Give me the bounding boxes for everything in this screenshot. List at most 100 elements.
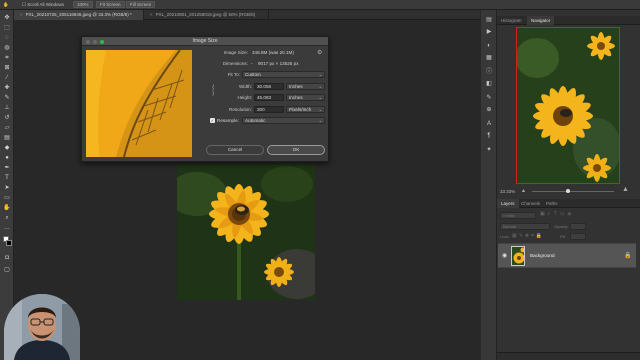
background-color-swatch[interactable] (6, 240, 12, 246)
healing-brush-tool-icon[interactable]: ✚ (3, 84, 11, 92)
fit-screen-button[interactable]: Fit Screen (96, 1, 125, 8)
zoom-tool-icon[interactable]: ⌕ (3, 214, 11, 222)
lasso-tool-icon[interactable]: ◌ (3, 34, 11, 42)
tab-layers[interactable]: Layers (497, 199, 519, 208)
close-tab-icon[interactable]: × (20, 12, 23, 17)
height-unit-select[interactable]: Inches ⌄ (286, 94, 325, 101)
height-input[interactable]: 45.083 (254, 94, 284, 101)
fill-label: Fill: (560, 234, 567, 239)
resample-checkbox[interactable]: ✓ (210, 118, 215, 123)
fit-to-select[interactable]: Custom ⌄ (242, 71, 325, 78)
width-unit-value: Inches (289, 84, 303, 89)
document-image[interactable] (177, 164, 315, 300)
opacity-label: Opacity: (554, 224, 569, 229)
shape-tool-icon[interactable]: ▭ (3, 194, 11, 202)
constrain-proportions-link-icon[interactable]: ⟨ ⟩ (212, 85, 214, 97)
zoom-100-button[interactable]: 100% (73, 1, 93, 8)
glyphs-icon[interactable]: ✦ (485, 146, 493, 154)
resample-value: Automatic (245, 118, 266, 123)
close-tab-icon[interactable]: × (150, 12, 153, 17)
lock-icon[interactable]: 🔒 (624, 252, 631, 259)
clone-source-icon[interactable]: ⊕ (485, 106, 493, 114)
tab-navigator[interactable]: Navigator (527, 16, 555, 25)
resolution-label: Resolution: (229, 107, 252, 112)
color-icon[interactable]: ◐ (485, 42, 493, 50)
gradient-tool-icon[interactable]: ▤ (3, 134, 11, 142)
tab-document-2[interactable]: × PXL_20210801_201258019.jpeg @ 50% (RGB/… (144, 10, 269, 20)
fit-to-label: Fit To: (227, 72, 240, 77)
brush-tool-icon[interactable]: ✎ (3, 94, 11, 102)
tab-paths[interactable]: Paths (542, 199, 562, 208)
cancel-button[interactable]: Cancel (206, 145, 264, 155)
chevron-down-icon: ⌄ (318, 72, 322, 77)
chevron-down-icon: ⌄ (318, 107, 322, 112)
dialog-title: Image Size (82, 37, 328, 46)
blend-mode-select[interactable]: Normal (500, 223, 550, 230)
chevron-down-icon: ⌄ (318, 84, 322, 89)
navigator-zoom-value[interactable]: 33.33% (500, 189, 515, 194)
width-input[interactable]: 30.056 (254, 83, 284, 90)
tab-document-1[interactable]: × PXL_20210725_205116846.jpeg @ 33.3% (RG… (14, 10, 144, 20)
history-brush-tool-icon[interactable]: ↺ (3, 114, 11, 122)
scroll-all-windows-checkbox[interactable]: ☐ Scroll All Windows (22, 1, 64, 8)
petal-closeup (86, 50, 192, 157)
swatches-icon[interactable]: ▦ (485, 54, 493, 62)
ok-button[interactable]: OK (267, 145, 325, 155)
preview-image[interactable] (86, 50, 192, 157)
layer-filter-kind: Kind (506, 213, 515, 218)
more-tools-icon[interactable]: … (3, 224, 11, 232)
layer-filter-select[interactable]: ⌕ Kind (500, 212, 536, 219)
tab-histogram[interactable]: Histogram (497, 16, 526, 25)
paragraph-icon[interactable]: ¶ (485, 132, 493, 140)
eyedropper-tool-icon[interactable]: ⁄ (3, 74, 11, 82)
chevron-down-icon[interactable]: ⌄ (250, 60, 253, 65)
tab-channels[interactable]: Channels (517, 199, 544, 208)
layer-filter-icons[interactable]: ▣◐T▭◈ (540, 211, 574, 217)
properties-icon[interactable]: ▤ (485, 16, 493, 24)
maximize-window-icon[interactable] (100, 39, 104, 44)
settings-gear-icon[interactable]: ⚙ (317, 49, 322, 56)
type-tool-icon[interactable]: T (3, 174, 11, 182)
character-icon[interactable]: A (485, 120, 493, 128)
adjustments-icon[interactable]: ◧ (485, 80, 493, 88)
move-tool-icon[interactable]: ✥ (3, 14, 11, 22)
play-actions-icon[interactable]: ▶ (485, 28, 493, 36)
visibility-eye-icon[interactable]: ◉ (502, 252, 507, 259)
pen-tool-icon[interactable]: ✒ (3, 164, 11, 172)
stamp-tool-icon[interactable]: ⊥ (3, 104, 11, 112)
resample-select[interactable]: Automatic ⌄ (242, 117, 325, 124)
panel-icon-column: ▤ ▶ ◐ ▦ ⓘ ◧ ✎ ⊕ A ¶ ✦ (481, 10, 497, 360)
layer-name[interactable]: Background (530, 253, 555, 258)
opacity-input[interactable] (570, 223, 586, 230)
width-unit-select[interactable]: Inches ⌄ (286, 83, 325, 90)
navigator-thumbnail (517, 28, 619, 183)
resolution-input[interactable]: 300 (254, 106, 284, 113)
crop-tool-icon[interactable]: ⌗ (3, 54, 11, 62)
layer-thumb-flower (512, 247, 524, 265)
fill-input[interactable] (570, 233, 586, 240)
zoom-slider-handle[interactable] (566, 189, 570, 193)
blur-tool-icon[interactable]: ◆ (3, 144, 11, 152)
hand-tool-icon[interactable]: ✋ (3, 204, 11, 212)
quick-mask-icon[interactable]: ◘ (3, 254, 11, 262)
quick-select-tool-icon[interactable]: ◍ (3, 44, 11, 52)
resolution-unit-select[interactable]: Pixels/Inch ⌄ (286, 106, 325, 113)
close-window-icon[interactable] (86, 39, 90, 44)
brush-settings-icon[interactable]: ✎ (485, 94, 493, 102)
info-icon[interactable]: ⓘ (485, 68, 493, 76)
navigator-preview[interactable] (516, 27, 620, 184)
eraser-tool-icon[interactable]: ▱ (3, 124, 11, 132)
zoom-in-icon[interactable]: ▲ (622, 186, 629, 193)
minimize-window-icon[interactable] (93, 39, 97, 44)
screen-mode-icon[interactable]: ▢ (3, 266, 11, 274)
marquee-tool-icon[interactable]: ⬚ (3, 24, 11, 32)
hand-tool-icon[interactable]: ✋ (3, 1, 9, 8)
layer-row-background[interactable]: ◉ Background 🔒 (498, 243, 636, 268)
navigator-zoom-slider[interactable] (532, 191, 614, 192)
frame-tool-icon[interactable]: ⊠ (3, 64, 11, 72)
dodge-tool-icon[interactable]: ● (3, 154, 11, 162)
path-select-tool-icon[interactable]: ➤ (3, 184, 11, 192)
zoom-out-icon[interactable]: ▴ (522, 187, 525, 194)
lock-icons[interactable]: ▦✎✥⌗🔒 (512, 233, 544, 239)
fill-screen-button[interactable]: Fill Screen (126, 1, 156, 8)
